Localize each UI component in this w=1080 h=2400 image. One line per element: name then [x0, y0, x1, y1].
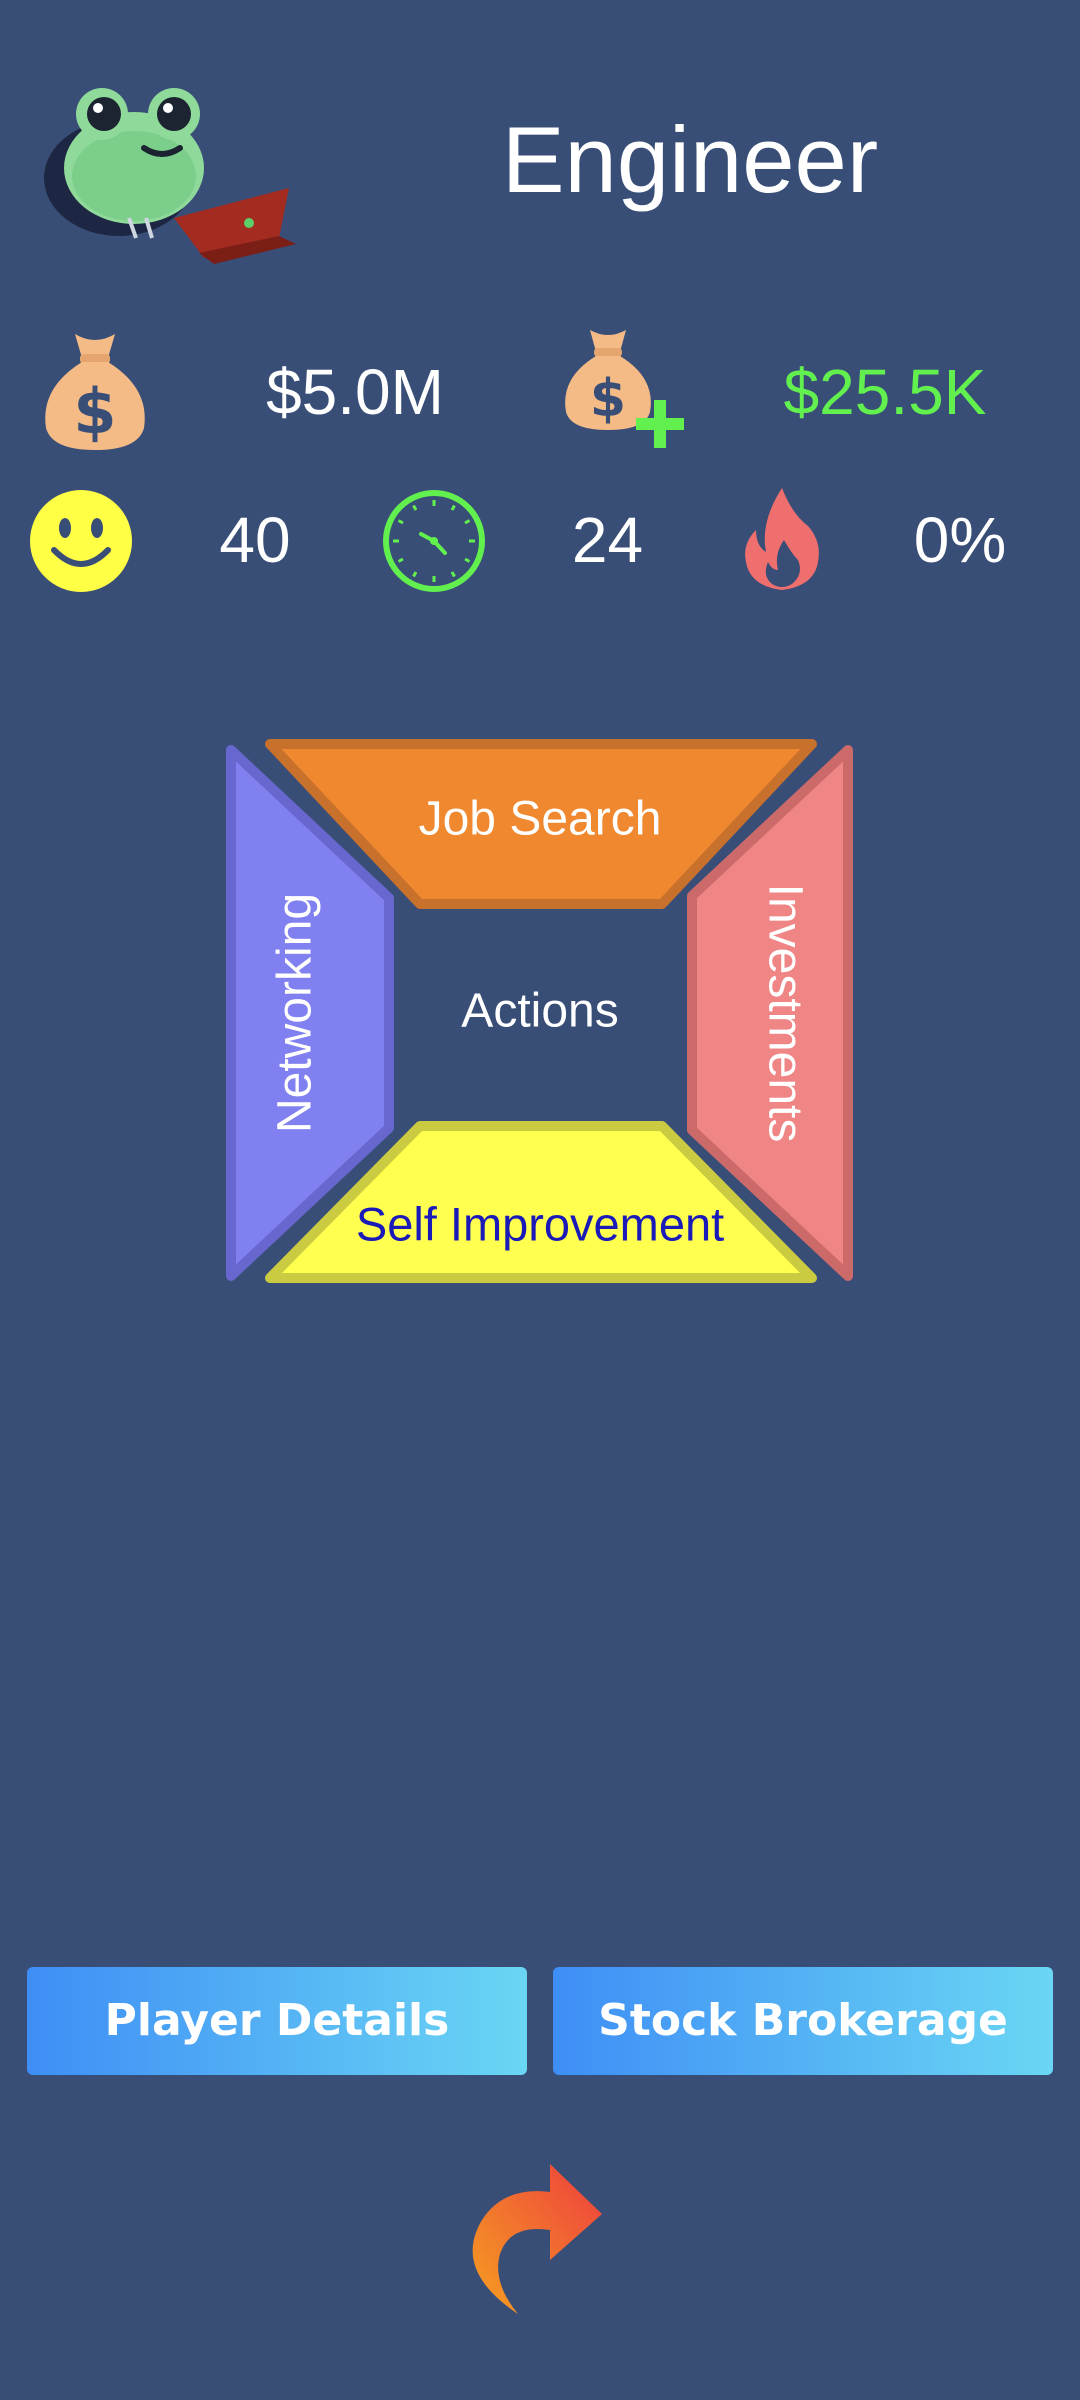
fire-icon [745, 488, 819, 590]
self-improvement-label: Self Improvement [356, 1197, 724, 1250]
frog-with-laptop-icon [44, 88, 296, 264]
curved-arrow-icon[interactable] [466, 2158, 606, 2318]
svg-text:$: $ [590, 369, 626, 429]
stock-brokerage-button[interactable]: Stock Brokerage [553, 1967, 1053, 2075]
networking-label: Networking [269, 893, 322, 1133]
player-details-button[interactable]: Player Details [27, 1967, 527, 2075]
money-bag-plus-icon: $ [565, 330, 684, 448]
smiley-icon [30, 490, 132, 592]
time-value: 24 [571, 504, 644, 576]
svg-text:$: $ [73, 375, 116, 448]
money-value: $5.0M [266, 356, 444, 428]
burnout-value: 0% [913, 504, 1007, 576]
actions-panel: Job Search Networking Investments Self I… [226, 739, 853, 1283]
happiness-value: 40 [219, 504, 291, 576]
income-value: $25.5K [783, 356, 987, 428]
actions-center-label: Actions [461, 985, 618, 1038]
page-title: Engineer [501, 107, 879, 212]
clock-icon [383, 490, 485, 592]
investments-label: Investments [758, 884, 811, 1143]
money-bag-icon: $ [45, 334, 145, 450]
job-search-label: Job Search [419, 793, 662, 846]
